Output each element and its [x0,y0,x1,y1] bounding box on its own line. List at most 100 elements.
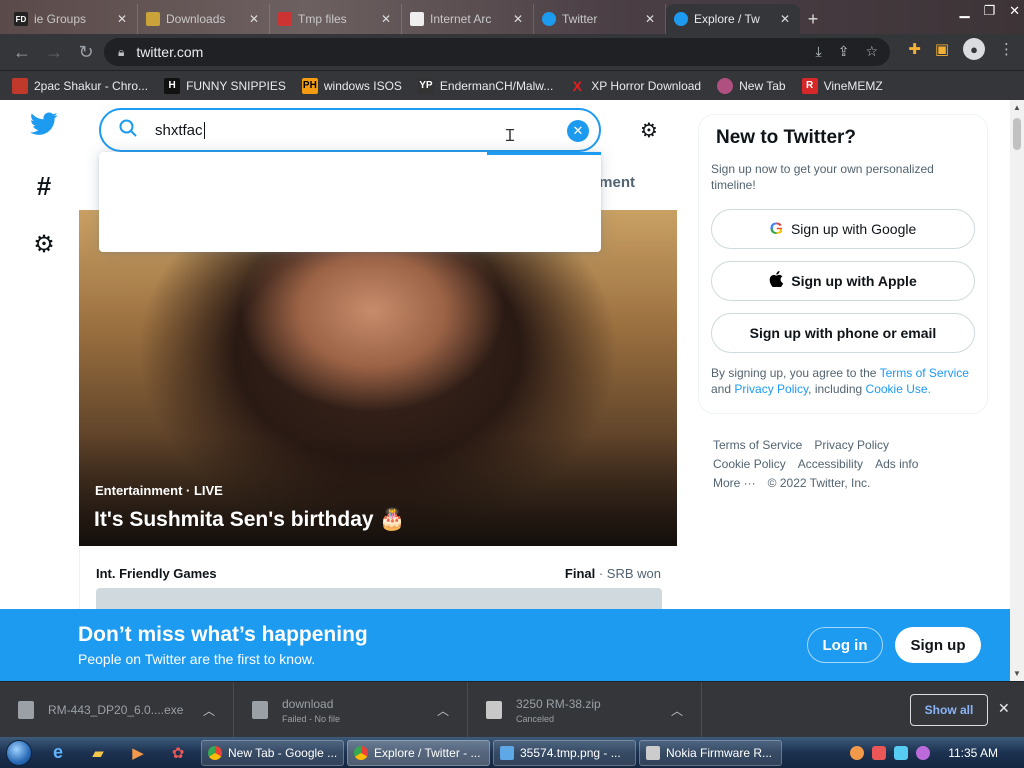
tab-close-icon[interactable]: ✕ [511,12,525,26]
scroll-up-icon[interactable]: ▲ [1013,103,1021,112]
bookmark-item[interactable]: R VineMEMZ [801,77,883,94]
chevron-up-icon[interactable]: ︿ [437,702,449,719]
tray-network-icon[interactable] [894,745,909,760]
cookie-use-link[interactable]: Cookie Use [866,382,928,396]
trending-hero-card[interactable]: Entertainment · LIVE It's Sushmita Sen's… [79,210,677,546]
close-downloads-icon[interactable]: ✕ [998,700,1010,717]
footer-more-link[interactable]: More ··· [713,476,756,490]
taskbar-window-chrome[interactable]: New Tab - Google ... [201,739,344,766]
privacy-policy-link[interactable]: Privacy Policy [734,382,808,396]
extensions-puzzle-icon[interactable]: ✚ [908,40,921,58]
bookmark-item[interactable]: 2pac Shakur - Chro... [12,77,148,94]
chrome-icon [208,745,222,760]
taskbar-window-nokia[interactable]: Nokia Firmware R... [639,739,782,766]
search-input[interactable]: shxtfac ✕ [99,108,601,152]
tab-close-icon[interactable]: ✕ [778,12,792,26]
taskbar-window-image[interactable]: 35574.tmp.png - ... [493,739,636,766]
browser-tab[interactable]: Downloads ✕ [138,4,270,34]
tab-favicon-icon [542,12,556,26]
chevron-up-icon[interactable]: ︿ [203,702,215,719]
reload-icon[interactable]: ↻ [70,36,102,68]
start-button[interactable] [0,737,38,768]
explore-settings-icon[interactable]: ⚙ [640,118,658,143]
scroll-down-icon[interactable]: ▼ [1013,669,1021,678]
footer-link[interactable]: Privacy Policy [814,438,889,452]
footer-link[interactable]: Accessibility [798,457,863,471]
tab-favicon-icon: FD [14,12,28,26]
download-info: 3250 RM-38.zip Canceled [516,697,601,724]
lock-icon[interactable]: 🔒︎ [118,45,124,60]
bookmark-item[interactable]: New Tab [717,77,786,94]
bookmark-item[interactable]: X XP Horror Download [569,77,702,94]
side-panel-icon[interactable]: ▣ [935,40,949,58]
signup-phone-email-button[interactable]: Sign up with phone or email [711,313,975,353]
download-item[interactable]: download Failed - No file ︿ [234,682,468,738]
tab-close-icon[interactable]: ✕ [247,12,261,26]
restore-icon[interactable]: ❐ [983,3,995,19]
login-button[interactable]: Log in [807,627,883,663]
image-viewer-icon [500,745,514,760]
explore-hashtag-icon[interactable]: # [37,171,51,202]
media-player-icon[interactable]: ▶ [118,737,158,768]
browser-tab[interactable]: Internet Arc ✕ [402,4,534,34]
browser-tab[interactable]: Twitter ✕ [534,4,666,34]
footer-link[interactable]: Terms of Service [713,438,802,452]
browser-tab[interactable]: Tmp files ✕ [270,4,402,34]
menu-kebab-icon[interactable]: ⋮ [999,40,1014,58]
footer-link[interactable]: Cookie Policy [713,457,786,471]
footer-link[interactable]: Ads info [875,457,918,471]
address-bar[interactable]: 🔒︎ twitter.com ⤓ ⇪ ☆ [104,38,890,66]
signup-terms-text: By signing up, you agree to the Terms of… [711,366,969,396]
browser-tab[interactable]: FD ie Groups ✕ [6,4,138,34]
tray-search-icon[interactable] [850,745,865,760]
share-icon[interactable]: ⇪ [838,43,850,60]
profile-avatar-icon[interactable]: ● [963,38,985,60]
new-to-twitter-box: New to Twitter? Sign up now to get your … [698,114,988,414]
download-item[interactable]: RM-443_DP20_6.0....exe ︿ [0,682,234,738]
file-icon [18,701,34,719]
forward-icon[interactable]: → [38,36,70,68]
new-tab-button[interactable]: + [800,4,826,34]
bookmark-item[interactable]: H FUNNY SNIPPIES [164,77,286,94]
taskbar-window-chrome-active[interactable]: Explore / Twitter - ... [347,739,490,766]
paint-icon[interactable]: ✿ [158,737,198,768]
install-icon[interactable]: ⤓ [816,43,822,60]
bookmark-favicon-icon: H [164,77,181,94]
settings-gear-icon[interactable]: ⚙ [33,230,55,259]
zip-file-icon [486,701,502,719]
file-explorer-icon[interactable]: ▰ [78,737,118,768]
bookmark-favicon-icon [12,77,28,94]
signup-apple-button[interactable]: Sign up with Apple [711,261,975,301]
download-filename: RM-443_DP20_6.0....exe [48,703,184,717]
tray-volume-icon[interactable] [916,745,931,760]
download-item[interactable]: 3250 RM-38.zip Canceled ︿ [468,682,702,738]
taskbar-clock[interactable]: 11:35 AM [948,746,998,760]
tab-close-icon[interactable]: ✕ [643,12,657,26]
internet-explorer-icon[interactable]: e [38,737,78,768]
bookmark-favicon-icon: YP [417,77,434,94]
back-icon[interactable]: ← [6,36,38,68]
bookmark-item[interactable]: YP EndermanCH/Malw... [417,77,553,94]
close-window-icon[interactable]: ✕ [1009,3,1020,19]
omnibox-actions: ⤓ ⇪ ☆ [816,43,879,60]
tray-flag-icon[interactable] [872,745,887,760]
page-scrollbar[interactable]: ▲ ▼ [1010,100,1024,681]
chevron-up-icon[interactable]: ︿ [671,702,683,719]
show-all-downloads-button[interactable]: Show all [910,694,988,726]
signup-google-button[interactable]: G Sign up with Google [711,209,975,249]
scrollbar-thumb[interactable] [1013,118,1021,150]
terms-of-service-link[interactable]: Terms of Service [880,366,969,380]
tab-close-icon[interactable]: ✕ [115,12,129,26]
signup-button[interactable]: Sign up [895,627,981,663]
clear-search-icon[interactable]: ✕ [567,120,589,142]
toolbar-right: ✚ ▣ ● ⋮ [908,38,1014,60]
tab-close-icon[interactable]: ✕ [379,12,393,26]
left-nav: # ⚙ [24,112,64,259]
bookmarks-bar: 2pac Shakur - Chro... H FUNNY SNIPPIES PH… [0,70,1024,100]
bookmark-item[interactable]: PH windows ISOS [301,77,402,94]
minimize-icon[interactable]: ▁ [959,3,969,19]
bookmark-star-icon[interactable]: ☆ [865,43,878,60]
twitter-bird-icon[interactable] [30,112,58,143]
browser-tab-active[interactable]: Explore / Tw ✕ [666,4,800,34]
bookmark-favicon-icon: X [572,77,582,94]
